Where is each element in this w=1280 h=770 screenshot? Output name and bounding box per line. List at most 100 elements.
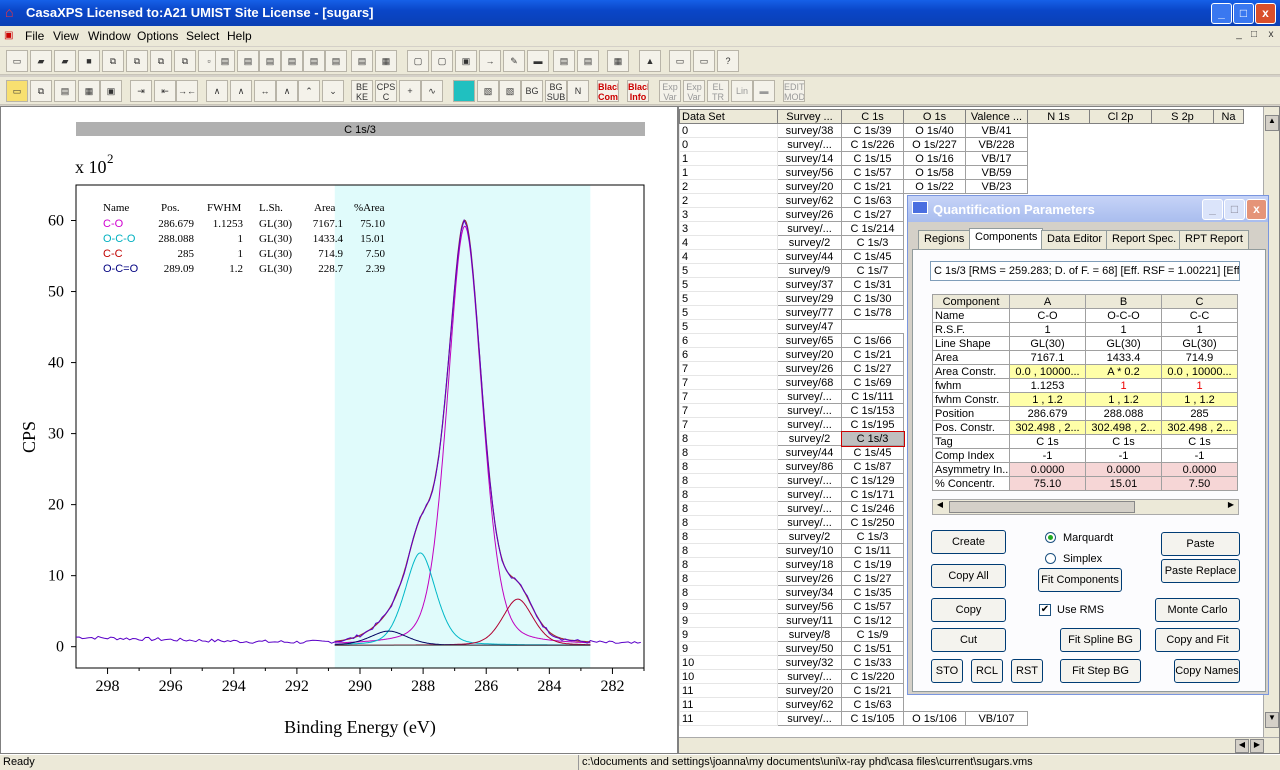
table-cell[interactable]: 7	[679, 389, 778, 404]
table-cell[interactable]: survey/34	[777, 585, 842, 600]
table-cell[interactable]: C 1s/51	[841, 641, 904, 656]
table-cell[interactable]: 8	[679, 543, 778, 558]
components-cell[interactable]: GL(30)	[1009, 336, 1086, 351]
table-cell[interactable]: 8	[679, 529, 778, 544]
column-header[interactable]: Na	[1213, 109, 1244, 124]
window-icon[interactable]: ▢	[407, 50, 429, 72]
table-cell[interactable]: survey/2	[777, 431, 842, 446]
table-cell[interactable]	[904, 698, 966, 712]
table-cell[interactable]: C 1s/21	[841, 179, 904, 194]
table-cell[interactable]: 8	[679, 431, 778, 446]
table-cell[interactable]	[1214, 166, 1244, 180]
components-row[interactable]: Asymmetry In... 0.0000 0.0000 0.0000	[932, 462, 1238, 477]
table-cell[interactable]	[1214, 712, 1244, 726]
table-cell[interactable]: C 1s/57	[841, 165, 904, 180]
table-cell[interactable]: C 1s/27	[841, 361, 904, 376]
table-cell[interactable]	[1028, 698, 1090, 712]
table-cell[interactable]	[1152, 180, 1214, 194]
iso-icon[interactable]: ▤	[325, 50, 347, 72]
table-cell[interactable]	[1090, 180, 1152, 194]
table-cell[interactable]: 8	[679, 585, 778, 600]
components-cell[interactable]: 1	[1009, 322, 1086, 337]
table-cell[interactable]: survey/14	[777, 151, 842, 166]
table-cell[interactable]: survey/47	[777, 319, 842, 334]
components-row[interactable]: fwhm Constr. 1 , 1.2 1 , 1.2 1 , 1.2	[932, 392, 1238, 407]
table-cell[interactable]: 11	[679, 683, 778, 698]
table-cell[interactable]: survey/65	[777, 333, 842, 348]
expand-icon[interactable]: ↔	[254, 80, 276, 102]
table-cell[interactable]: 8	[679, 501, 778, 516]
tab-data-editor[interactable]: Data Editor	[1041, 230, 1109, 250]
table-cell[interactable]: survey/29	[777, 291, 842, 306]
table-cell[interactable]: C 1s/66	[841, 333, 904, 348]
table-cell[interactable]: survey/...	[777, 137, 842, 152]
menu-options[interactable]: Options	[137, 29, 178, 43]
scale-down-icon[interactable]: ⌄	[322, 80, 344, 102]
iso-icon[interactable]: ▤	[215, 50, 235, 72]
table-cell[interactable]: C 1s/63	[841, 697, 904, 712]
table-cell[interactable]: 2	[679, 179, 778, 194]
table-cell[interactable]: 8	[679, 445, 778, 460]
table-cell[interactable]: 9	[679, 641, 778, 656]
table-cell[interactable]	[1090, 138, 1152, 152]
table-cell[interactable]: VB/41	[965, 123, 1028, 138]
components-cell[interactable]: -1	[1009, 448, 1086, 463]
components-cell[interactable]: 0.0 , 10000...	[1009, 364, 1086, 379]
print-icon[interactable]: ▭	[669, 50, 691, 72]
tile-icon[interactable]: ▦	[78, 80, 100, 102]
column-header[interactable]: N 1s	[1027, 109, 1090, 124]
menu-help[interactable]: Help	[227, 29, 252, 43]
components-cell[interactable]: 286.679	[1009, 406, 1086, 421]
menu-window[interactable]: Window	[88, 29, 131, 43]
iso-icon[interactable]: ▤	[351, 50, 373, 72]
table-cell[interactable]: 3	[679, 207, 778, 222]
copy-icon[interactable]: ⧉	[102, 50, 124, 72]
table-cell[interactable]: survey/9	[777, 263, 842, 278]
table-cell[interactable]: C 1s/250	[841, 515, 904, 530]
components-cell[interactable]: 1 , 1.2	[1009, 392, 1086, 407]
table-cell[interactable]: survey/...	[777, 473, 842, 488]
norm-icon[interactable]: N	[567, 80, 589, 102]
table-row[interactable]: 11 survey/62 C 1s/63	[679, 697, 1244, 712]
table-cell[interactable]: C 1s/12	[841, 613, 904, 628]
table-cell[interactable]: C 1s/27	[841, 207, 904, 222]
table-cell[interactable]: 0	[679, 137, 778, 152]
table-cell[interactable]: 11	[679, 697, 778, 712]
table-cell[interactable]: C 1s/31	[841, 277, 904, 292]
plus-icon[interactable]: +	[399, 80, 421, 102]
table-cell[interactable]: survey/...	[777, 221, 842, 236]
table-cell[interactable]	[1090, 712, 1152, 726]
table-cell[interactable]: C 1s/153	[841, 403, 904, 418]
table-cell[interactable]: 4	[679, 235, 778, 250]
new-file-icon[interactable]: ▭	[6, 50, 28, 72]
table-cell[interactable]: survey/56	[777, 599, 842, 614]
table-row[interactable]: 2 survey/20 C 1s/21 O 1s/22 VB/23	[679, 179, 1244, 194]
dialog-minimize-button[interactable]: _	[1202, 199, 1223, 220]
table-cell[interactable]: survey/44	[777, 445, 842, 460]
copy-icon[interactable]: ⧉	[126, 50, 148, 72]
table-cell[interactable]: C 1s/111	[841, 389, 904, 404]
components-cell[interactable]: C 1s	[1009, 434, 1086, 449]
table-cell[interactable]: 1	[679, 165, 778, 180]
mdi-restore-button[interactable]: □	[1246, 29, 1262, 43]
close-button[interactable]: x	[1255, 3, 1276, 24]
calculator-icon[interactable]: ▦	[607, 50, 629, 72]
table-cell[interactable]: C 1s/69	[841, 375, 904, 390]
table-cell[interactable]: C 1s/3	[841, 529, 904, 544]
zoom-left-icon[interactable]: ⇥	[130, 80, 152, 102]
disabled-icon[interactable]: ▬	[753, 80, 775, 102]
table-cell[interactable]: survey/11	[777, 613, 842, 628]
doc-icon[interactable]: ▣	[4, 30, 13, 41]
tile-icon[interactable]: ▤	[54, 80, 76, 102]
black-info-button[interactable]: Black Info	[627, 80, 649, 102]
dialog-close-button[interactable]: x	[1246, 199, 1267, 220]
table-cell[interactable]: C 1s/9	[841, 627, 904, 642]
table-cell[interactable]	[1028, 124, 1090, 138]
table-cell[interactable]	[1090, 124, 1152, 138]
components-cell[interactable]: 288.088	[1085, 406, 1162, 421]
table-cell[interactable]	[1152, 152, 1214, 166]
arrow-icon[interactable]: →	[479, 50, 501, 72]
components-cell[interactable]: A * 0.2	[1085, 364, 1162, 379]
exp-var-button-2[interactable]: Exp Var	[683, 80, 705, 102]
copy-button[interactable]: Copy	[931, 598, 1006, 622]
